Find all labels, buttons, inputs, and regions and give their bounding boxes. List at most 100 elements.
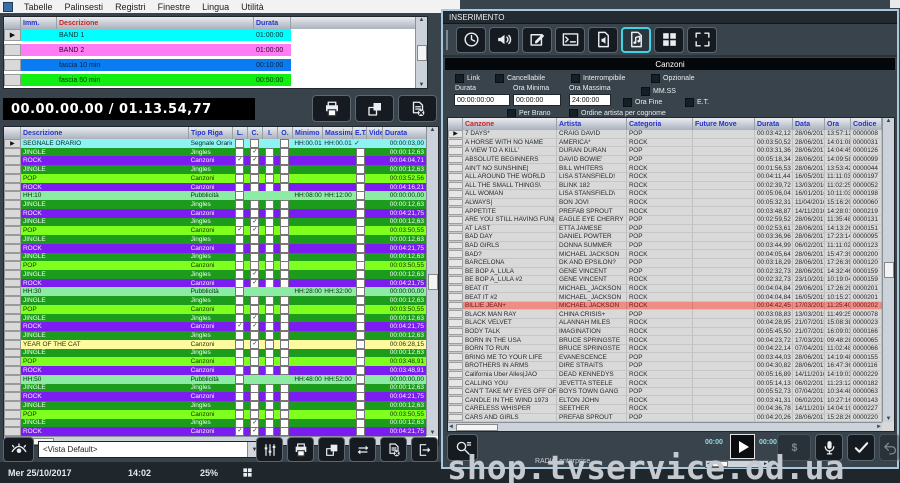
song-row[interactable]: BEAT IT MICHAEL_JACKSON ROCK 00:04:04,84 29/… <box>448 284 882 294</box>
checkbox[interactable] <box>235 278 245 288</box>
song-row[interactable]: CARS AND GIRLS PREFAB SPROUT POP 00:04:20,2… <box>448 413 882 423</box>
song-row[interactable]: ▶ 7 DAYS* CRAIG DAVID POP 00:03:42,12 28/06/2… <box>448 130 882 139</box>
checkbox[interactable]: ✓ <box>235 226 245 236</box>
checkbox[interactable] <box>280 392 290 402</box>
checkbox[interactable] <box>280 261 290 271</box>
music-file-button[interactable] <box>621 26 651 53</box>
col-i[interactable]: I. <box>263 127 278 139</box>
checkbox[interactable] <box>250 304 260 314</box>
playlist-row[interactable]: JINGLE Jingles ✓ 00:00:12,63 <box>4 147 426 157</box>
song-row[interactable]: ALL AROUND THE WORLD LISA STANSFIELD! ROCK… <box>448 172 882 182</box>
checkbox[interactable] <box>265 226 275 236</box>
exit-button[interactable] <box>411 437 438 462</box>
song-row[interactable]: California Uber Alles|JAO DEAD KENNEDYS RO… <box>448 370 882 380</box>
song-row[interactable]: BLACK VELVET ALANNAH MILES ROCK 00:04:28,95… <box>448 319 882 328</box>
checkbox[interactable] <box>280 322 290 332</box>
checkbox[interactable] <box>355 339 365 349</box>
playlist-row[interactable]: POP Canzoni 00:03:50,55 <box>4 409 426 419</box>
checkbox[interactable] <box>355 383 365 393</box>
col-categoria[interactable]: Categoria <box>627 118 693 130</box>
checkbox[interactable] <box>265 182 275 192</box>
playlist-row[interactable]: JINGLE Jingles 00:00:12,63 <box>4 348 426 358</box>
song-row[interactable]: CANDLE IN THE WIND 1973 ELTON JOHN ROCK 00:… <box>448 396 882 405</box>
windows-logo-icon[interactable] <box>242 467 253 478</box>
bands-scrollbar[interactable]: ▲ ▼ <box>415 17 427 88</box>
checkbox[interactable] <box>355 287 365 297</box>
checkbox[interactable] <box>355 156 365 166</box>
song-row[interactable]: BE BOP A_LULA GENE VINCENT POP 00:02:32,73 2… <box>448 267 882 277</box>
playlist-row[interactable]: JINGLE Jingles 00:00:12,63 <box>4 383 426 393</box>
song-row[interactable]: BEAT IT #2 MICHAEL_JACKSON ROCK 00:04:04,84… <box>448 293 882 302</box>
durata-field[interactable]: 00:00:00:00 <box>454 94 510 106</box>
song-row[interactable]: ABSOLUTE BEGINNERS DAVID BOWIE' POP 00:05:1… <box>448 155 882 165</box>
menu-utilità[interactable]: Utilità <box>235 2 270 12</box>
checkbox[interactable] <box>280 366 290 375</box>
col-artista[interactable]: Artista <box>557 118 627 130</box>
song-row[interactable]: BORN IN THE USA BRUCE SPRINGSTE ROCK 00:04:… <box>448 336 882 345</box>
song-row[interactable]: A HORSE WITH NO NAME AMERICA* ROCK 00:03:50… <box>448 138 882 148</box>
checkbox[interactable] <box>235 331 245 340</box>
col-durata[interactable]: Durata <box>254 17 291 29</box>
clock-button[interactable] <box>456 26 486 53</box>
checkbox[interactable] <box>235 383 245 393</box>
checkbox[interactable] <box>355 427 365 436</box>
checkbox[interactable] <box>280 313 290 323</box>
playlist-row[interactable]: ROCK Canzoni 00:04:21,75 <box>4 243 426 253</box>
checkbox[interactable] <box>355 278 365 288</box>
checkbox[interactable] <box>355 392 365 402</box>
checkbox[interactable] <box>265 156 275 166</box>
checkbox[interactable] <box>235 339 245 349</box>
checkbox[interactable] <box>355 191 365 201</box>
checkbox[interactable] <box>265 366 275 375</box>
checkbox[interactable] <box>250 173 260 183</box>
col-l[interactable]: L. <box>233 127 248 139</box>
checkbox[interactable] <box>265 357 275 367</box>
playlist-row[interactable]: POP Canzoni 00:03:52,56 <box>4 173 426 183</box>
checkbox[interactable] <box>250 383 260 393</box>
checkbox[interactable] <box>235 409 245 419</box>
checkbox[interactable] <box>355 226 365 236</box>
checkbox[interactable] <box>235 392 245 402</box>
menu-registri[interactable]: Registri <box>109 2 152 12</box>
checkbox[interactable] <box>355 182 365 192</box>
song-row[interactable]: AT LAST ETTA JAMESE POP 00:02:53,61 28/06/20… <box>448 224 882 234</box>
song-row[interactable]: APPETITE PREFAB SPROUT ROCK 00:03:48,87 14/1… <box>448 207 882 216</box>
checkbox[interactable] <box>355 348 365 358</box>
playlist-row[interactable]: ROCK Canzoni ✓ ✓ 00:04:21,75 <box>4 322 426 332</box>
song-row[interactable]: CARELESS WHISPER SEETHER ROCK 00:04:36,78 14… <box>448 405 882 414</box>
playlist-row[interactable]: JINGLE Jingles 00:00:12,63 <box>4 296 426 305</box>
checkbox[interactable] <box>250 139 260 148</box>
checkbox[interactable] <box>265 147 275 157</box>
checkbox[interactable]: ✓ <box>250 427 260 436</box>
checkbox[interactable] <box>280 383 290 393</box>
checkbox[interactable]: ✓ <box>250 226 260 236</box>
col-o[interactable]: O. <box>278 127 293 139</box>
checkbox[interactable] <box>250 252 260 262</box>
playlist-row[interactable]: JINGLE Jingles 00:00:12,63 <box>4 200 426 209</box>
song-row[interactable]: BARCELONA DK AND EPSILON? POP 00:03:18,29 28… <box>448 258 882 268</box>
interrompibile-checkbox[interactable]: Interrompibile <box>571 74 625 83</box>
checkbox[interactable] <box>355 235 365 244</box>
playlist-row[interactable]: ROCK Canzoni 00:04:21,75 <box>4 392 426 402</box>
checkbox[interactable] <box>235 304 245 314</box>
checkbox[interactable] <box>235 261 245 271</box>
checkbox[interactable] <box>250 409 260 419</box>
menu-finestre[interactable]: Finestre <box>152 2 197 12</box>
col-descrizione[interactable]: Descrizione <box>57 17 254 29</box>
col-durata[interactable]: Durata <box>383 127 427 139</box>
checkbox[interactable] <box>355 217 365 227</box>
checkbox[interactable]: ✓ <box>250 313 260 323</box>
song-row[interactable]: CAN'T TAKE MY EYES OFF OF BOYS TOWN GANG P… <box>448 387 882 397</box>
checkbox[interactable] <box>265 322 275 332</box>
checkbox[interactable] <box>235 147 245 157</box>
checkbox[interactable] <box>235 191 245 201</box>
export-button[interactable] <box>355 95 394 122</box>
checkbox[interactable] <box>265 392 275 402</box>
checkbox[interactable] <box>265 383 275 393</box>
songs-vscrollbar[interactable]: ▲ ▼ <box>882 118 894 422</box>
checkbox[interactable] <box>355 331 365 340</box>
speaker-button[interactable] <box>489 26 519 53</box>
edit-button[interactable] <box>522 26 552 53</box>
playlist-vscrollbar[interactable]: ▲ ▼ <box>426 127 438 436</box>
checkbox[interactable] <box>235 357 245 367</box>
